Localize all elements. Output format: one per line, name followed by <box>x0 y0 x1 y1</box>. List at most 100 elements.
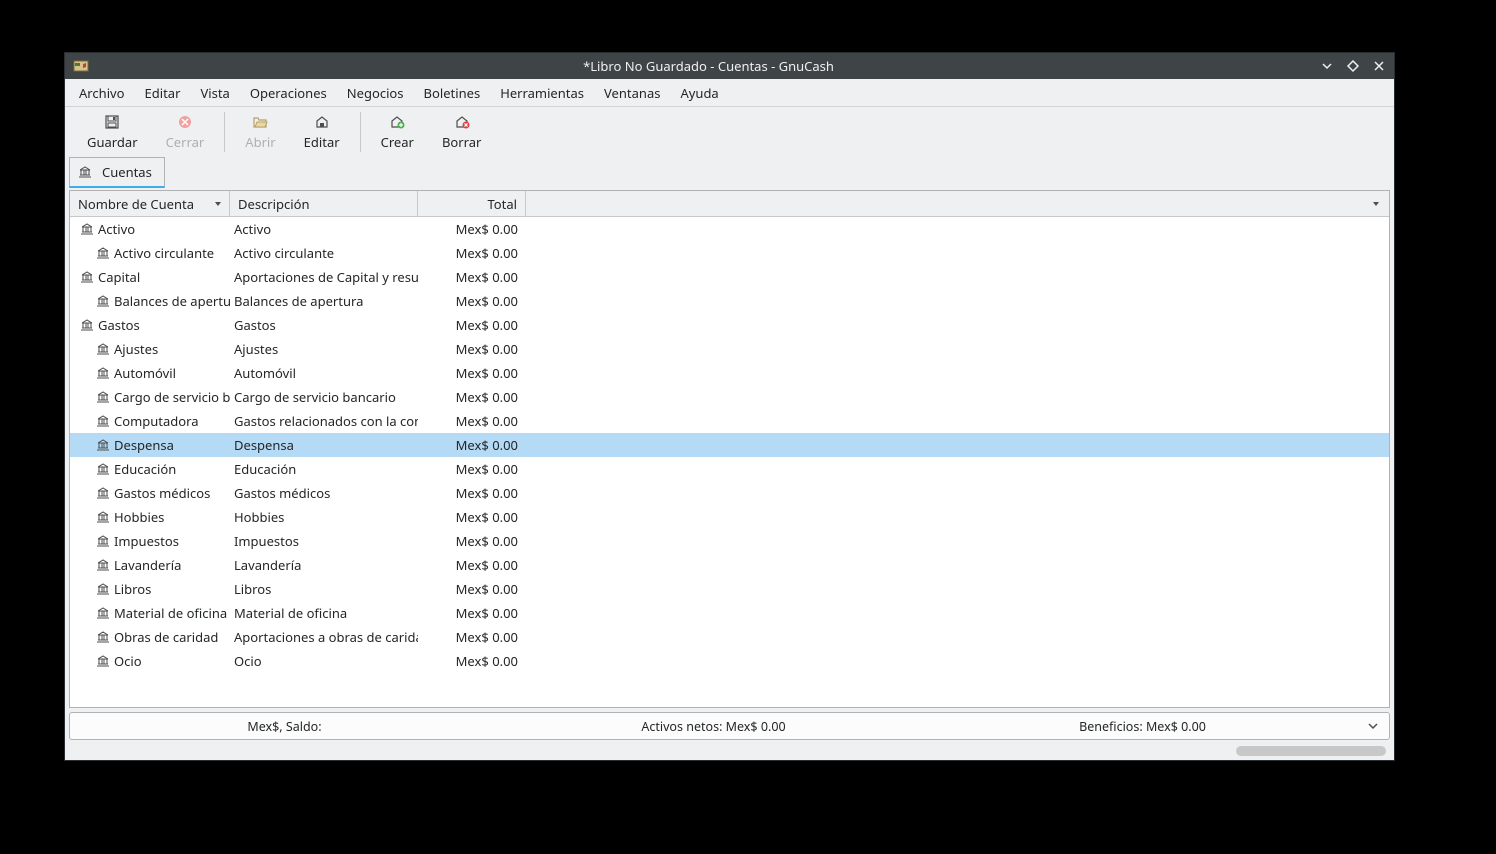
cell-desc: Balances de apertura <box>230 292 418 310</box>
cell-total: Mex$ 0.00 <box>418 604 526 622</box>
toolbar-editar-button[interactable]: Editar <box>290 111 354 153</box>
toolbar-label: Cerrar <box>166 133 205 151</box>
cell-desc: Material de oficina <box>230 604 418 622</box>
account-row[interactable]: ActivoActivoMex$ 0.00 <box>70 217 1389 241</box>
cell-name: Obras de caridad <box>70 628 230 646</box>
column-header-total[interactable]: Total <box>418 191 526 216</box>
account-name: Gastos <box>98 316 140 334</box>
cell-name: Gastos médicos <box>70 484 230 502</box>
bank-icon <box>96 582 110 596</box>
account-name: Lavandería <box>114 556 181 574</box>
cell-desc: Gastos <box>230 316 418 334</box>
cell-total: Mex$ 0.00 <box>418 508 526 526</box>
close-red-icon <box>177 113 193 131</box>
account-row[interactable]: EducaciónEducaciónMex$ 0.00 <box>70 457 1389 481</box>
horizontal-scrollbar[interactable] <box>69 744 1390 758</box>
account-row[interactable]: Gastos médicosGastos médicosMex$ 0.00 <box>70 481 1389 505</box>
scrollbar-thumb[interactable] <box>1236 746 1386 756</box>
account-row[interactable]: DespensaDespensaMex$ 0.00 <box>70 433 1389 457</box>
toolbar-borrar-button[interactable]: Borrar <box>428 111 495 153</box>
bank-icon <box>96 654 110 668</box>
account-name: Material de oficina <box>114 604 227 622</box>
toolbar-crear-button[interactable]: Crear <box>367 111 428 153</box>
toolbar-label: Borrar <box>442 133 481 151</box>
cell-name: Libros <box>70 580 230 598</box>
bank-icon <box>96 246 110 260</box>
column-header-name[interactable]: Nombre de Cuenta <box>70 191 230 216</box>
cell-desc: Aportaciones de Capital y resul <box>230 268 418 286</box>
table-body[interactable]: ActivoActivoMex$ 0.00Activo circulanteAc… <box>70 217 1389 707</box>
cell-total: Mex$ 0.00 <box>418 244 526 262</box>
menu-vista[interactable]: Vista <box>190 80 239 106</box>
menu-ayuda[interactable]: Ayuda <box>670 80 728 106</box>
bank-icon <box>96 390 110 404</box>
account-row[interactable]: Material de oficinaMaterial de oficinaMe… <box>70 601 1389 625</box>
account-row[interactable]: Obras de caridadAportaciones a obras de … <box>70 625 1389 649</box>
bank-icon <box>96 486 110 500</box>
toolbar-label: Editar <box>304 133 340 151</box>
menu-herramientas[interactable]: Herramientas <box>490 80 594 106</box>
account-name: Ocio <box>114 652 142 670</box>
menubar: ArchivoEditarVistaOperacionesNegociosBol… <box>65 79 1394 107</box>
account-row[interactable]: HobbiesHobbiesMex$ 0.00 <box>70 505 1389 529</box>
cell-total: Mex$ 0.00 <box>418 268 526 286</box>
toolbar-label: Crear <box>381 133 414 151</box>
cell-desc: Cargo de servicio bancario <box>230 388 418 406</box>
cell-name: Ajustes <box>70 340 230 358</box>
status-saldo: Mex$, Saldo: <box>70 718 499 735</box>
window-title: *Libro No Guardado - Cuentas - GnuCash <box>97 57 1320 75</box>
menu-boletines[interactable]: Boletines <box>414 80 491 106</box>
account-row[interactable]: ImpuestosImpuestosMex$ 0.00 <box>70 529 1389 553</box>
account-row[interactable]: LavanderíaLavanderíaMex$ 0.00 <box>70 553 1389 577</box>
column-menu-icon[interactable] <box>1371 199 1381 209</box>
open-icon <box>252 113 268 131</box>
account-name: Activo <box>98 220 135 238</box>
menu-archivo[interactable]: Archivo <box>69 80 135 106</box>
menu-ventanas[interactable]: Ventanas <box>594 80 670 106</box>
account-row[interactable]: LibrosLibrosMex$ 0.00 <box>70 577 1389 601</box>
account-name: Cargo de servicio ba <box>114 388 230 406</box>
titlebar: *Libro No Guardado - Cuentas - GnuCash <box>65 53 1394 79</box>
cell-name: Ocio <box>70 652 230 670</box>
cell-total: Mex$ 0.00 <box>418 292 526 310</box>
menu-operaciones[interactable]: Operaciones <box>240 80 337 106</box>
account-name: Obras de caridad <box>114 628 218 646</box>
cell-total: Mex$ 0.00 <box>418 652 526 670</box>
cell-total: Mex$ 0.00 <box>418 220 526 238</box>
minimize-button[interactable] <box>1320 59 1334 73</box>
account-row[interactable]: Balances de aperturBalances de aperturaM… <box>70 289 1389 313</box>
cell-desc: Lavandería <box>230 556 418 574</box>
account-row[interactable]: GastosGastosMex$ 0.00 <box>70 313 1389 337</box>
bank-icon <box>78 165 92 179</box>
tab-label: Cuentas <box>102 163 152 181</box>
create-house-icon <box>389 113 405 131</box>
close-button[interactable] <box>1372 59 1386 73</box>
column-menu-icon[interactable] <box>213 199 223 209</box>
account-row[interactable]: OcioOcioMex$ 0.00 <box>70 649 1389 673</box>
cell-desc: Ajustes <box>230 340 418 358</box>
cell-total: Mex$ 0.00 <box>418 628 526 646</box>
tab-cuentas[interactable]: Cuentas <box>69 157 165 188</box>
menu-negocios[interactable]: Negocios <box>337 80 414 106</box>
account-row[interactable]: Activo circulanteActivo circulanteMex$ 0… <box>70 241 1389 265</box>
save-icon <box>104 113 120 131</box>
toolbar-separator <box>224 112 225 152</box>
toolbar-label: Guardar <box>87 133 138 151</box>
account-row[interactable]: CapitalAportaciones de Capital y resulMe… <box>70 265 1389 289</box>
column-header-desc[interactable]: Descripción <box>230 191 418 216</box>
status-chevron-icon[interactable] <box>1357 720 1389 732</box>
cell-name: Cargo de servicio ba <box>70 388 230 406</box>
toolbar-guardar-button[interactable]: Guardar <box>73 111 152 153</box>
maximize-button[interactable] <box>1346 59 1360 73</box>
account-name: Impuestos <box>114 532 179 550</box>
account-row[interactable]: AjustesAjustesMex$ 0.00 <box>70 337 1389 361</box>
cell-desc: Educación <box>230 460 418 478</box>
toolbar-cerrar-button: Cerrar <box>152 111 219 153</box>
account-row[interactable]: ComputadoraGastos relacionados con la co… <box>70 409 1389 433</box>
cell-total: Mex$ 0.00 <box>418 316 526 334</box>
account-row[interactable]: AutomóvilAutomóvilMex$ 0.00 <box>70 361 1389 385</box>
account-row[interactable]: Cargo de servicio baCargo de servicio ba… <box>70 385 1389 409</box>
account-name: Despensa <box>114 436 174 454</box>
menu-editar[interactable]: Editar <box>135 80 191 106</box>
column-header-rest[interactable] <box>526 191 1389 216</box>
